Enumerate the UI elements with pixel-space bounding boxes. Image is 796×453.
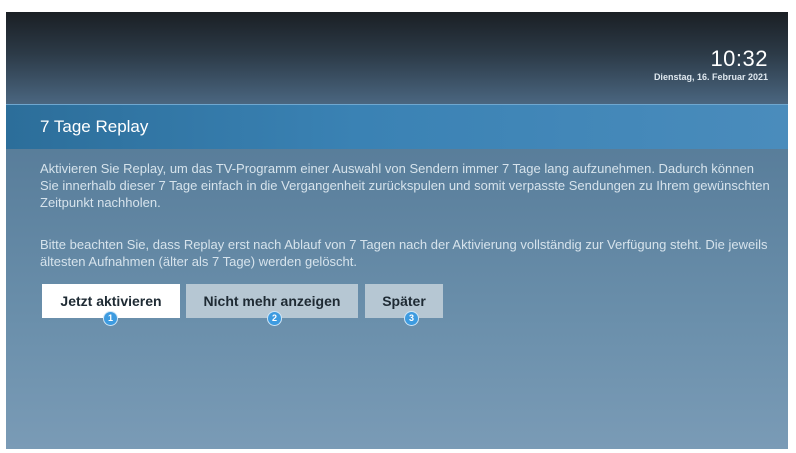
shortcut-badge-3: 3 xyxy=(405,312,418,325)
dialog-title-bar: 7 Tage Replay xyxy=(6,104,788,149)
later-button[interactable]: Später xyxy=(365,284,443,318)
shortcut-badge-2: 2 xyxy=(268,312,281,325)
dialog-paragraph-2: Bitte beachten Sie, dass Replay erst nac… xyxy=(40,237,768,269)
top-bar: 10:32 Dienstag, 16. Februar 2021 xyxy=(6,12,788,104)
clock-date: Dienstag, 16. Februar 2021 xyxy=(653,72,768,82)
dialog-title: 7 Tage Replay xyxy=(40,117,149,136)
dialog-paragraph-1: Aktivieren Sie Replay, um das TV-Program… xyxy=(40,161,770,210)
shortcut-badge-1: 1 xyxy=(104,312,117,325)
tv-screen: 10:32 Dienstag, 16. Februar 2021 7 Tage … xyxy=(6,12,788,449)
clock-time: 10:32 xyxy=(710,46,768,71)
